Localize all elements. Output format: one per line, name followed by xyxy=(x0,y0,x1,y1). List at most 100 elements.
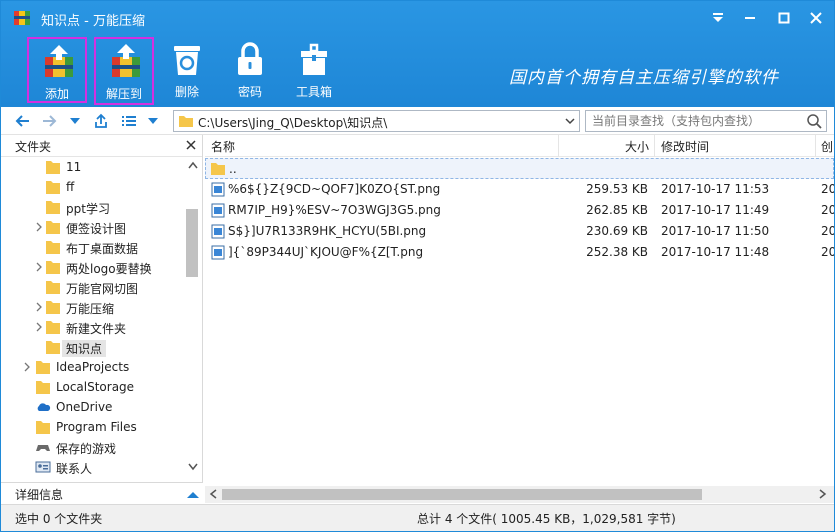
tree-item[interactable]: IdeaProjects xyxy=(1,357,183,377)
back-button[interactable] xyxy=(13,111,33,131)
column-name[interactable]: 名称 xyxy=(211,138,235,155)
tree-item-label: OneDrive xyxy=(56,400,113,414)
scroll-right-icon[interactable] xyxy=(819,489,827,499)
file-row[interactable]: S$}]U7R133R9HK_HCYU(5BI.png 230.69 KB 2017… xyxy=(205,221,834,242)
lock-icon xyxy=(238,42,262,75)
file-size: 259.53 KB xyxy=(586,182,648,196)
folder-pane-header: 文件夹 xyxy=(1,135,202,157)
tree-item-label: 万能压缩 xyxy=(66,302,115,316)
file-size: 252.38 KB xyxy=(586,245,648,259)
image-file-icon xyxy=(211,245,225,260)
close-icon[interactable] xyxy=(185,138,197,152)
file-modified: 2017-10-17 11:53 xyxy=(661,182,770,196)
column-divider[interactable] xyxy=(815,135,816,157)
tree-item-label: ff xyxy=(66,180,75,194)
tree-item-label: 联系人 xyxy=(56,462,93,476)
scroll-up-icon[interactable] xyxy=(188,161,198,169)
tree-item[interactable]: Program Files xyxy=(1,417,183,437)
tree-item[interactable]: 万能压缩 xyxy=(1,297,183,317)
tree-item[interactable]: 保存的游戏 xyxy=(1,437,183,457)
search-icon[interactable] xyxy=(806,113,822,129)
file-modified: 2017-10-17 11:49 xyxy=(661,203,770,217)
window-title: 知识点 - 万能压缩 xyxy=(41,14,145,29)
file-row[interactable]: %6${}Z{9CD~QOF7]K0ZO{ST.png 259.53 KB 2017… xyxy=(205,179,834,200)
tree-item[interactable]: 两处logo要替换 xyxy=(1,257,183,277)
column-size[interactable]: 大小 xyxy=(625,138,649,155)
view-mode-button[interactable] xyxy=(119,111,139,131)
tree-item[interactable]: LocalStorage xyxy=(1,377,183,397)
tree-item-label: 知识点 xyxy=(62,340,107,357)
recycle-bin-icon xyxy=(174,46,200,75)
tree-item[interactable]: 11 xyxy=(1,157,183,177)
chevron-right-icon[interactable] xyxy=(35,322,43,332)
tree-item[interactable]: 万能官网切图 xyxy=(1,277,183,297)
tree-item-label: 万能官网切图 xyxy=(66,282,139,296)
file-row[interactable]: RM7IP_H9}%ESV~7O3WGJ3G5.png 262.85 KB 2017… xyxy=(205,200,834,221)
menu-dropdown-button[interactable] xyxy=(707,7,729,29)
column-created[interactable]: 创 xyxy=(821,138,833,155)
folder-icon xyxy=(46,261,60,274)
tree-item[interactable]: ppt学习 xyxy=(1,197,183,217)
navigation-bar: C:\Users\Jing_Q\Desktop\知识点\ xyxy=(1,107,834,135)
minimize-button[interactable] xyxy=(739,7,761,29)
toolbox-button[interactable]: 工具箱 xyxy=(284,37,344,103)
extract-icon xyxy=(112,44,140,77)
column-modified[interactable]: 修改时间 xyxy=(661,138,709,155)
path-field[interactable]: C:\Users\Jing_Q\Desktop\知识点\ xyxy=(173,110,580,132)
up-level-button[interactable] xyxy=(91,111,111,131)
tree-item-label: 11 xyxy=(66,160,82,174)
caret-down-icon xyxy=(713,13,723,22)
search-input[interactable] xyxy=(586,111,800,131)
tree-item[interactable]: 便签设计图 xyxy=(1,217,183,237)
chevron-right-icon[interactable] xyxy=(35,222,43,232)
chevron-down-icon[interactable] xyxy=(564,114,576,128)
add-button[interactable]: 添加 xyxy=(27,37,87,103)
tree-item-label: ppt学习 xyxy=(66,202,110,216)
selection-status: 选中 0 个文件夹 xyxy=(15,512,103,526)
chevron-right-icon[interactable] xyxy=(35,302,43,312)
tree-item-label: 新建文件夹 xyxy=(66,322,127,336)
column-divider[interactable] xyxy=(654,135,655,157)
file-name: RM7IP_H9}%ESV~7O3WGJ3G5.png xyxy=(228,203,441,217)
tree-item-label: 布丁桌面数据 xyxy=(66,242,139,256)
tree-item-label: 便签设计图 xyxy=(66,222,127,236)
history-dropdown[interactable] xyxy=(67,111,83,131)
header: 知识点 - 万能压缩 添加 解压到 删除 密码 工具箱 国内首个拥有自主压缩引擎… xyxy=(1,1,834,107)
folder-icon xyxy=(46,301,60,314)
add-label: 添加 xyxy=(44,87,69,101)
tree-item-label: LocalStorage xyxy=(56,380,135,394)
parent-folder-row[interactable]: .. xyxy=(205,158,834,179)
tree-item-label: IdeaProjects xyxy=(56,360,130,374)
tree-item[interactable]: 知识点 xyxy=(1,337,183,357)
tree-item[interactable]: 新建文件夹 xyxy=(1,317,183,337)
scrollbar-thumb[interactable] xyxy=(186,209,198,277)
extract-to-button[interactable]: 解压到 xyxy=(94,37,154,105)
close-button[interactable] xyxy=(805,7,827,29)
parent-folder-label: .. xyxy=(229,162,237,176)
folder-icon xyxy=(46,201,60,214)
folder-pane-scrollbar[interactable] xyxy=(184,157,201,477)
tree-item[interactable]: 布丁桌面数据 xyxy=(1,237,183,257)
scrollbar-thumb[interactable] xyxy=(222,489,702,500)
tree-item[interactable]: 联系人 xyxy=(1,457,183,477)
chevron-right-icon[interactable] xyxy=(23,362,31,372)
total-status: 总计 4 个文件( 1005.45 KB，1,029,581 字节) xyxy=(417,512,676,526)
file-row[interactable]: ]{`89P344UJ`KJOU@F%{Z[T.png 252.38 KB 2017… xyxy=(205,242,834,263)
scroll-left-icon[interactable] xyxy=(209,489,217,499)
chevron-right-icon[interactable] xyxy=(35,262,43,272)
file-name: ]{`89P344UJ`KJOU@F%{Z[T.png xyxy=(228,245,424,259)
delete-button[interactable]: 删除 xyxy=(157,37,217,103)
password-button[interactable]: 密码 xyxy=(220,37,280,103)
column-divider[interactable] xyxy=(558,135,559,157)
tree-item[interactable]: ff xyxy=(1,177,183,197)
forward-button[interactable] xyxy=(39,111,59,131)
game-icon xyxy=(36,445,50,451)
details-panel-toggle[interactable]: 详细信息 xyxy=(1,482,203,504)
view-mode-dropdown[interactable] xyxy=(145,111,161,131)
horizontal-scrollbar[interactable] xyxy=(205,486,834,503)
tree-item-label: 两处logo要替换 xyxy=(66,262,152,276)
maximize-button[interactable] xyxy=(773,7,795,29)
scroll-down-icon[interactable] xyxy=(188,463,198,471)
caret-down-icon xyxy=(148,118,158,124)
tree-item[interactable]: OneDrive xyxy=(1,397,183,417)
